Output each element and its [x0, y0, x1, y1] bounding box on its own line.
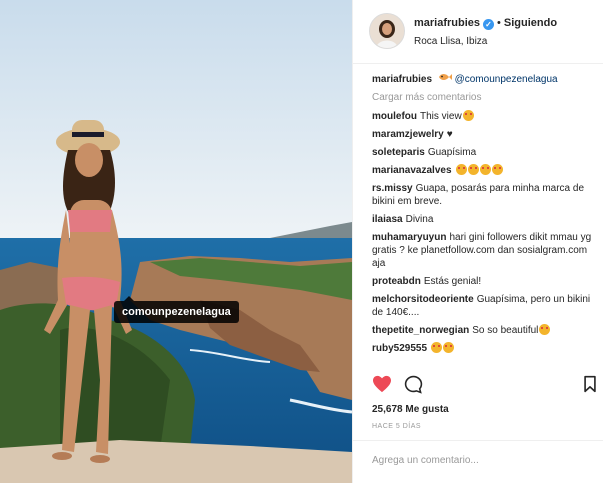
add-comment-bar[interactable]: Agrega un comentario...	[353, 440, 603, 483]
heart-icon[interactable]	[372, 375, 392, 398]
comment-username[interactable]: muhamaryuyun	[372, 232, 446, 243]
comment-row: melchorsitodeoriente Guapísima, pero un b…	[372, 293, 594, 319]
beach-photo-image	[0, 0, 352, 483]
comment-username[interactable]: moulefou	[372, 111, 417, 122]
avatar[interactable]	[369, 13, 405, 49]
comment-row: maramzjewelry ♥	[372, 128, 594, 141]
heart-eyes-emoji-icon	[462, 110, 474, 121]
load-more-comments-button[interactable]: Cargar más comentarios	[372, 91, 594, 104]
post-photo[interactable]: comounpezenelagua	[0, 0, 352, 483]
likes-count[interactable]: 25,678 Me gusta	[372, 404, 449, 415]
heart-eyes-emoji-icon	[443, 342, 455, 353]
separator-dot: •	[497, 17, 501, 29]
heart-eyes-emoji-icon	[491, 164, 503, 175]
comment-text: ♥	[446, 129, 453, 140]
comment-username[interactable]: soleteparis	[372, 147, 425, 158]
caption-username[interactable]: mariafrubies	[372, 74, 432, 85]
action-bar	[372, 372, 597, 399]
verified-badge-icon: ✓	[483, 19, 495, 30]
heart-eyes-emoji-icon	[467, 164, 479, 175]
comment-row: ilaiasa Divina	[372, 213, 594, 226]
comment-row: proteabdn Estás genial!	[372, 275, 594, 288]
fish-emoji-icon	[438, 74, 452, 85]
comment-username[interactable]: ilaiasa	[372, 214, 403, 225]
post-side-panel: mariafrubies ✓ • Siguiendo Roca Llisa, Ibiz…	[352, 0, 603, 483]
add-comment-input[interactable]: Agrega un comentario...	[372, 455, 479, 466]
location-link[interactable]: Roca Llisa, Ibiza	[414, 36, 487, 47]
comment-username[interactable]: marianavazalves	[372, 165, 452, 176]
comment-username[interactable]: proteabdn	[372, 276, 421, 287]
heart-eyes-emoji-icon	[431, 342, 443, 353]
comment-row: rs.missy Guapa, posarás para minha marca …	[372, 182, 594, 208]
comment-text: This view	[420, 111, 462, 122]
comment-bubble-icon[interactable]	[404, 375, 423, 399]
comment-username[interactable]: ruby529555	[372, 343, 427, 354]
comment-row: thepetite_norwegian So so beautiful	[372, 324, 594, 337]
post-timestamp[interactable]: HACE 5 DÍAS	[372, 423, 421, 430]
header-user-line: mariafrubies ✓ • Siguiendo	[414, 17, 557, 30]
heart-eyes-emoji-icon	[455, 164, 467, 175]
comment-username[interactable]: maramzjewelry	[372, 129, 444, 140]
comment-text: Estás genial!	[423, 276, 482, 287]
post-header: mariafrubies ✓ • Siguiendo Roca Llisa, Ibiz…	[353, 0, 603, 64]
comment-rows: moulefou This view maramzjewelry ♥ soletepar…	[372, 110, 594, 355]
comment-row: muhamaryuyun hari gini followers dikit mm…	[372, 231, 594, 270]
comment-text: Guapísima	[427, 147, 477, 158]
header-username[interactable]: mariafrubies	[414, 17, 480, 29]
comment-row: marianavazalves	[372, 164, 594, 177]
following-button[interactable]: Siguiendo	[504, 17, 557, 29]
comment-text: Divina	[405, 214, 434, 225]
comment-username[interactable]: thepetite_norwegian	[372, 325, 469, 336]
caption: mariafrubies @comounpezenelagua	[372, 72, 594, 86]
heart-eyes-emoji-icon	[539, 324, 551, 335]
comments-list[interactable]: mariafrubies @comounpezenelagua Cargar m…	[372, 72, 594, 368]
comment-username[interactable]: melchorsitodeoriente	[372, 294, 474, 305]
comment-row: soleteparis Guapísima	[372, 146, 594, 159]
avatar-image	[370, 14, 404, 48]
caption-mention-link[interactable]: @comounpezenelagua	[455, 74, 558, 85]
comment-row: moulefou This view	[372, 110, 594, 123]
photo-user-tag[interactable]: comounpezenelagua	[114, 296, 239, 323]
comment-text: So so beautiful	[472, 325, 539, 336]
heart-eyes-emoji-icon	[479, 164, 491, 175]
bookmark-icon[interactable]	[583, 375, 597, 398]
comment-row: ruby529555	[372, 342, 594, 355]
instagram-post: comounpezenelagua mariafrubies ✓ • Siguiend…	[0, 0, 603, 483]
comment-username[interactable]: rs.missy	[372, 183, 413, 194]
